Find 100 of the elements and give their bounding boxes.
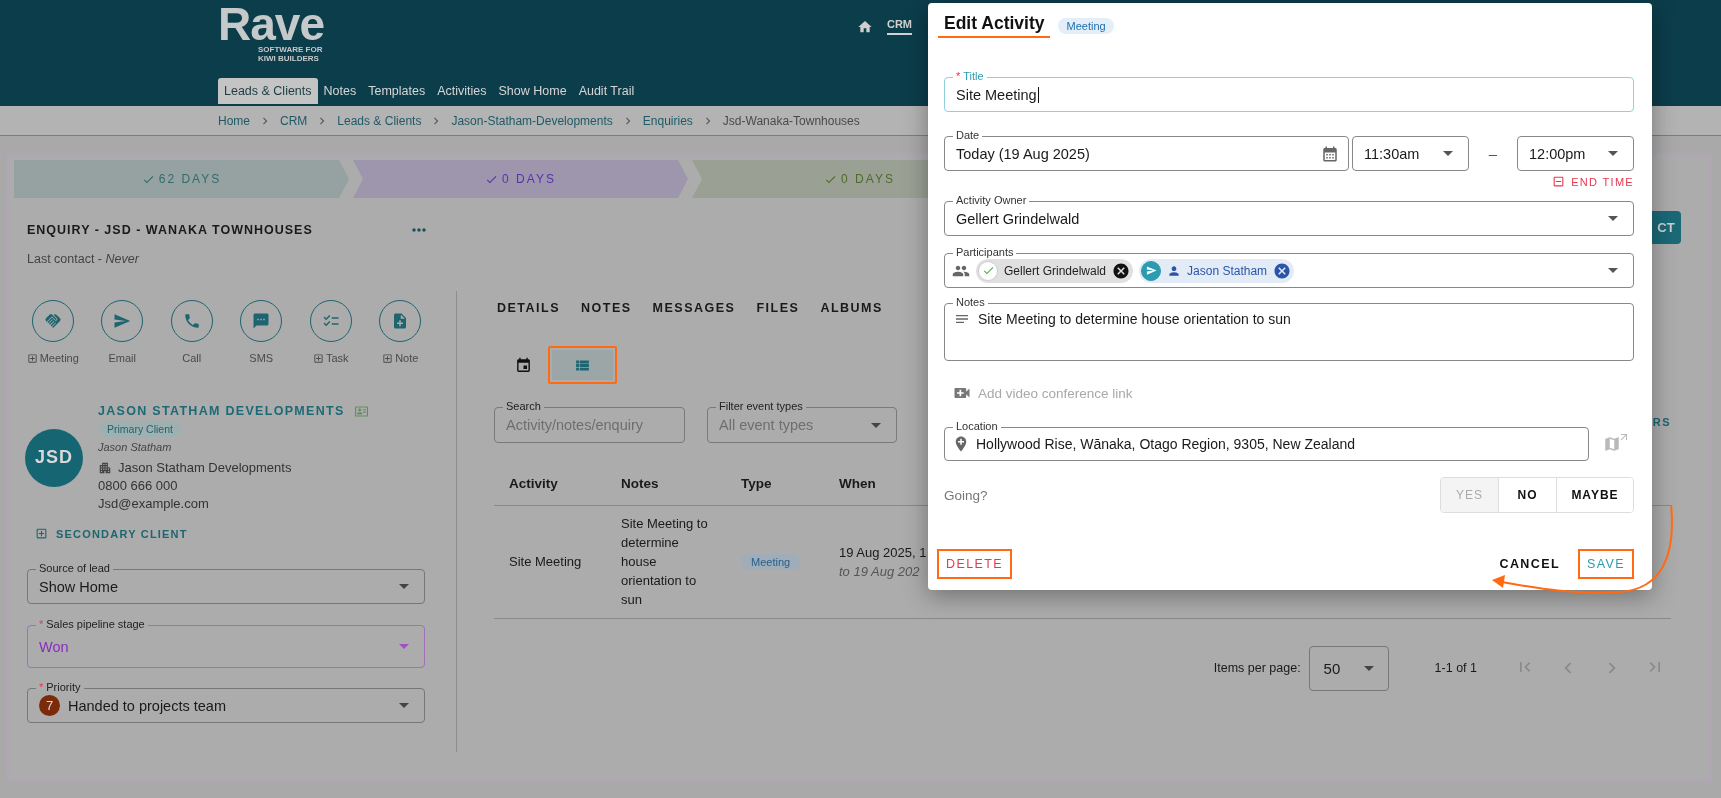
action-label: Email [108, 352, 136, 364]
tab[interactable]: NOTES [581, 300, 632, 319]
phone-icon [182, 312, 201, 330]
action-button[interactable]: CT [1651, 211, 1681, 244]
calendar-icon [514, 356, 532, 374]
email-address: Jsd@example.com [98, 495, 209, 513]
event-type-select[interactable]: Filter event types All event types [707, 400, 897, 443]
field-label: * Title [953, 70, 987, 83]
action-label: Call [182, 352, 202, 364]
location-input[interactable]: Location Hollywood Rise, Wānaka, Otago Region, 9305, New Zealand [944, 420, 1589, 461]
select-field[interactable]: * Priority 7 Handed to projects team [27, 681, 425, 723]
nav-tab[interactable]: Activities [431, 78, 493, 104]
column-header: Activity [494, 463, 606, 505]
tab[interactable]: ALBUMS [820, 300, 883, 319]
select-field[interactable]: * Sales pipeline stage Won [27, 618, 425, 668]
breadcrumb-link[interactable]: CRM [280, 113, 308, 128]
nav-link[interactable]: CRM [886, 18, 912, 35]
dropdown-caret-icon [399, 644, 409, 649]
start-date: 19 Aug 2025, 1 [839, 543, 927, 562]
nav-tab[interactable]: Leads & Clients [218, 78, 318, 104]
start-time-select[interactable]: 11:30am [1352, 129, 1469, 171]
logo-wordmark: Rave [218, 4, 325, 44]
dialog-title: Edit Activity [938, 13, 1051, 38]
column-header: Type [726, 463, 824, 505]
send-icon [1141, 260, 1162, 281]
contact-card-icon [354, 404, 368, 418]
tab[interactable]: MESSAGES [652, 300, 736, 319]
priority-badge: 7 [39, 695, 60, 716]
time-separator: – [1487, 144, 1499, 164]
breadcrumb-current[interactable]: Jsd-Wanaka-Townhouses [722, 113, 860, 128]
column-header: Notes [606, 463, 726, 505]
check-icon [978, 260, 998, 281]
pipeline-stage: 62 DAYS [14, 160, 349, 198]
type-tag: Meeting [741, 553, 801, 570]
breadcrumb-link[interactable]: Jason-Statham-Developments [451, 113, 613, 128]
remove-icon[interactable] [1112, 261, 1131, 280]
remove-icon[interactable] [1273, 261, 1292, 280]
dropdown-caret-icon [871, 422, 881, 428]
nav-tab[interactable]: Notes [317, 78, 363, 104]
contact-name: Jason Statham [98, 440, 172, 455]
field-label: Notes [953, 296, 988, 309]
breadcrumb-link[interactable]: Enquiries [642, 113, 693, 128]
dropdown-caret-icon [1608, 216, 1618, 221]
dropdown-caret-icon [399, 703, 409, 708]
breadcrumb-link[interactable]: Leads & Clients [337, 113, 422, 128]
table-cell: Site Meeting [494, 505, 606, 618]
notes-input[interactable]: Notes Site Meeting to determine house orientation to sun [944, 296, 1634, 361]
remove-end-time-button[interactable]: END TIME [1552, 175, 1634, 188]
last-contact-text: Last contact - Never [27, 252, 141, 266]
field-label: Search [503, 400, 544, 413]
nav-tab[interactable]: Show Home [492, 78, 573, 104]
table-cell-text: Site Meeting to determine house orientation to sun [621, 515, 709, 609]
open-map-icon[interactable] [1603, 434, 1630, 453]
participant-chip[interactable]: Jason Statham [1139, 258, 1295, 283]
home-icon[interactable] [856, 18, 873, 35]
dropdown-caret-icon [1608, 151, 1618, 156]
nav-tab[interactable]: Templates [362, 78, 432, 104]
page-range: 1-1 of 1 [1434, 661, 1477, 675]
participant-chip[interactable]: Gellert Grindelwald [976, 258, 1134, 283]
phone-number: 0800 666 000 [98, 477, 178, 495]
field-label: Activity Owner [953, 194, 1030, 207]
tab[interactable]: DETAILS [497, 300, 561, 319]
end-date: to 19 Aug 202 [839, 562, 920, 581]
rsvp-option[interactable]: MAYBE [1556, 478, 1633, 512]
dropdown-caret-icon [1608, 268, 1618, 273]
action-label: Note [382, 352, 419, 364]
field-label: * Priority [36, 681, 84, 694]
field-label: Source of lead [36, 562, 113, 575]
dropdown-caret-icon [399, 584, 409, 589]
client-avatar: JSD [25, 428, 83, 487]
dropdown-caret-icon [1363, 665, 1374, 671]
client-badge: Primary Client [98, 422, 182, 437]
field-label: Date [953, 129, 983, 142]
activity-type-tag: Meeting [1058, 17, 1114, 34]
field-label: Location [953, 420, 1001, 433]
building-icon [98, 461, 112, 475]
list-view-button[interactable] [548, 346, 617, 384]
field-label: Participants [953, 246, 1017, 259]
title-input[interactable]: * Title Site Meeting [944, 70, 1634, 112]
tab[interactable]: FILES [756, 300, 800, 319]
delete-button[interactable]: DELETE [937, 549, 1013, 579]
breadcrumb-link[interactable]: Home [218, 113, 250, 128]
calendar-icon[interactable] [1321, 144, 1339, 163]
going-label: Going? [944, 487, 988, 503]
participants-select[interactable]: Participants Gellert Grindelwald Jason Statham [944, 246, 1634, 288]
items-per-page-label: Items per page: [1213, 661, 1301, 675]
search-field[interactable]: Search Activity/notes/enquiry [494, 400, 685, 443]
select-field[interactable]: Source of lead Show Home [27, 562, 425, 604]
page-size-select[interactable]: 50 [1308, 645, 1389, 691]
minus-icon [1552, 175, 1566, 188]
action-label: Task [312, 352, 349, 364]
send-icon [113, 312, 132, 330]
field-label: Filter event types [716, 400, 806, 413]
end-time-select[interactable]: 12:00pm [1517, 129, 1634, 171]
dropdown-caret-icon [1443, 151, 1453, 156]
add-icon [35, 527, 48, 540]
action-label: Meeting [26, 352, 79, 364]
nav-tab[interactable]: Audit Trail [572, 78, 641, 104]
pipeline-stage: 0 DAYS [353, 160, 688, 198]
enquiry-title: ENQUIRY - JSD - WANAKA TOWNHOUSES [27, 223, 313, 237]
